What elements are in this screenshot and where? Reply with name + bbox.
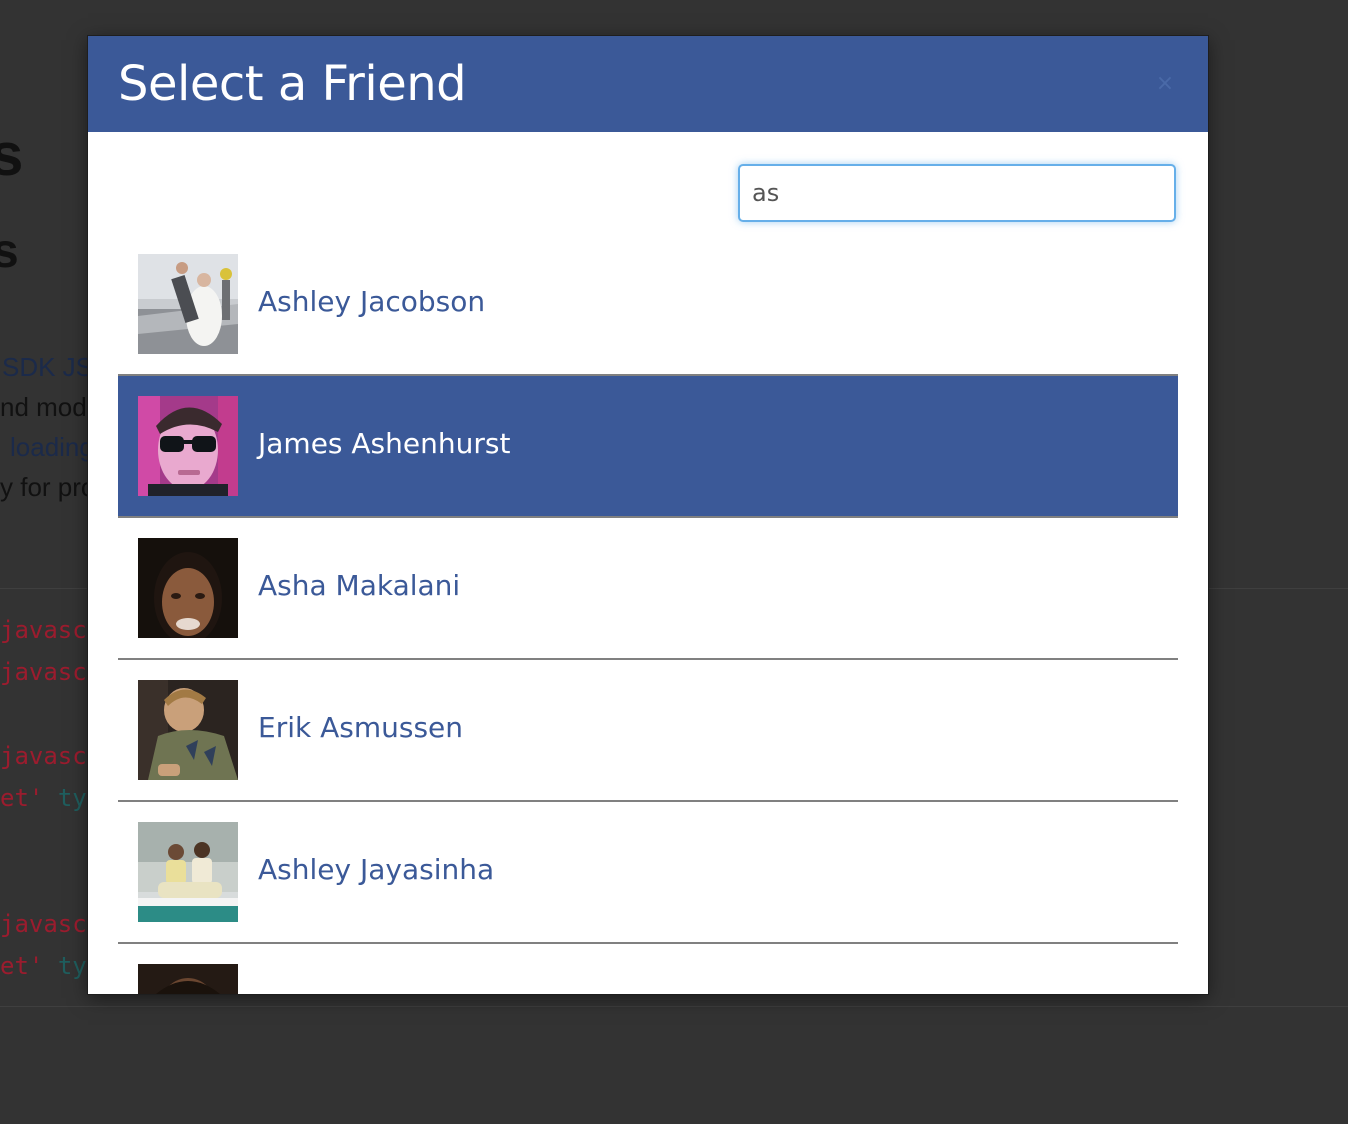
friend-row-selected[interactable]: James Ashenhurst	[118, 376, 1178, 518]
avatar-partial-icon	[138, 964, 238, 994]
friend-name: Ashley Jacobson	[258, 285, 486, 318]
background-code-line: javascr	[0, 910, 102, 938]
background-code-line: javascr	[0, 658, 102, 686]
friend-search-input[interactable]	[738, 164, 1176, 222]
background-para-line: y for pro	[0, 472, 96, 502]
background-para-line: loading	[0, 432, 94, 463]
avatar-sunglasses-pink-icon	[138, 396, 238, 496]
close-button[interactable]: ×	[1152, 70, 1178, 96]
background-para-line: nd modi	[0, 392, 93, 422]
friend-name: Ashley Jayasinha	[258, 853, 495, 886]
background-link: loading	[10, 432, 94, 462]
background-code-line: et' typ	[0, 784, 102, 812]
background-code-line: javascr	[0, 742, 102, 770]
friend-name: James Ashenhurst	[258, 427, 511, 460]
background-code-line: javascr	[0, 616, 102, 644]
dialog-header: Select a Friend ×	[88, 36, 1208, 132]
background-link: SDK JS	[2, 352, 94, 382]
friend-name: Erik Asmussen	[258, 711, 464, 744]
close-icon: ×	[1155, 70, 1175, 96]
background-para-line: SDK JS	[2, 352, 93, 383]
avatar-woman-dark-icon	[138, 538, 238, 638]
friend-name: Asha Makalani	[258, 569, 461, 602]
dialog-title: Select a Friend	[118, 56, 467, 112]
avatar-couple-beach-icon	[138, 822, 238, 922]
friend-row[interactable]: Erik Asmussen	[118, 660, 1178, 802]
avatar-man-green-shirt-icon	[138, 680, 238, 780]
friend-row[interactable]: Asha Makalani	[118, 518, 1178, 660]
friend-list: Ashley Jacobson James Ashenhurst Asha Ma…	[118, 234, 1178, 994]
avatar-wedding-boat-icon	[138, 254, 238, 354]
friend-row[interactable]: Ashley Jayasinha	[118, 802, 1178, 944]
friend-row[interactable]: Ashley Jacobson	[118, 234, 1178, 376]
background-divider	[0, 1006, 1348, 1007]
background-heading-1: s	[0, 121, 24, 188]
background-heading-2: s	[0, 225, 19, 278]
select-friend-dialog: Select a Friend × as Ashley Jacobson Jam…	[88, 36, 1208, 994]
friend-row[interactable]	[118, 944, 1178, 994]
background-code-line: et' typ	[0, 952, 102, 980]
